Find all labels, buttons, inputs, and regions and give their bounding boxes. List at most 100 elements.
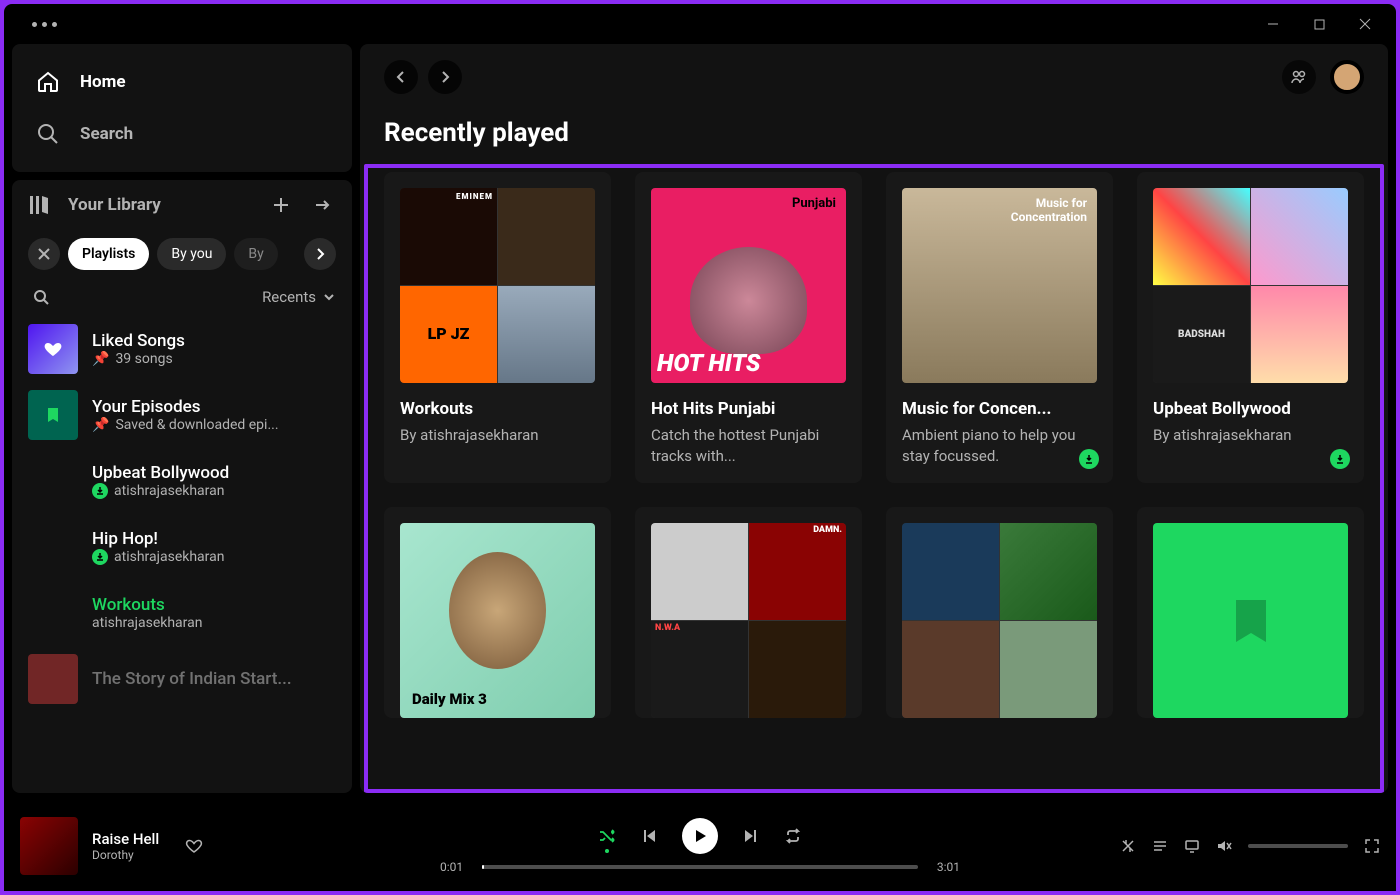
player-bar: Raise Hell Dorothy 0:01 3:01	[4, 801, 1396, 891]
mute-button[interactable]	[1216, 838, 1232, 854]
maximize-button[interactable]	[1296, 4, 1342, 44]
window-controls	[1250, 4, 1388, 44]
close-button[interactable]	[1342, 4, 1388, 44]
lib-item-name: Hip Hop!	[92, 529, 336, 549]
fullscreen-button[interactable]	[1364, 838, 1380, 854]
nav-arrows	[384, 60, 462, 94]
card-workouts[interactable]: EMINEM LP JZ Workouts By atishrajasekhar…	[384, 172, 611, 483]
queue-button[interactable]	[1152, 838, 1168, 854]
forward-button[interactable]	[428, 60, 462, 94]
chip-by-you[interactable]: By you	[157, 238, 226, 270]
card-title: Upbeat Bollywood	[1153, 399, 1348, 419]
shuffle-button[interactable]	[598, 827, 616, 845]
section-title: Recently played	[360, 110, 1388, 164]
card-hot-hits-punjabi[interactable]: Punjabi HOT HITS Hot Hits Punjabi Catch …	[635, 172, 862, 483]
card-regional-mix[interactable]	[886, 507, 1113, 718]
lib-item-name: The Story of Indian Start...	[92, 669, 336, 689]
time-total: 3:01	[928, 860, 960, 874]
lib-item-upbeat-bollywood[interactable]: Upbeat Bollywood atishrajasekharan	[20, 448, 344, 514]
player-controls	[598, 818, 802, 854]
card-cover: Daily Mix 3	[400, 523, 595, 718]
lib-item-name: Liked Songs	[92, 331, 336, 351]
library-icon	[28, 193, 52, 217]
library-search-button[interactable]	[28, 284, 54, 310]
library-panel: Your Library Playlists By you By	[12, 180, 352, 793]
back-button[interactable]	[384, 60, 418, 94]
profile-avatar[interactable]	[1330, 60, 1364, 94]
lyrics-button[interactable]	[1120, 838, 1136, 854]
library-search-row: Recents	[12, 278, 352, 316]
sidebar: Home Search Your Library	[12, 44, 352, 793]
card-cover: EMINEM LP JZ	[400, 188, 595, 383]
lib-item-story-indian[interactable]: The Story of Indian Start...	[20, 646, 344, 712]
app-window: Home Search Your Library	[4, 4, 1396, 891]
filter-chips: Playlists By you By	[12, 230, 352, 278]
card-desc: Ambient piano to help you stay focussed.	[902, 425, 1097, 467]
card-daily-mix-3[interactable]: Daily Mix 3	[384, 507, 611, 718]
downloaded-icon	[92, 549, 108, 565]
chip-by[interactable]: By	[234, 238, 277, 270]
downloaded-icon	[1330, 449, 1350, 469]
card-music-concentration[interactable]: Music forConcentration Music for Concen.…	[886, 172, 1113, 483]
progress-bar[interactable]	[482, 865, 918, 869]
card-desc: By atishrajasekharan	[1153, 425, 1348, 446]
now-playing-artist[interactable]: Dorothy	[92, 848, 159, 862]
volume-slider[interactable]	[1248, 844, 1348, 848]
card-upbeat-bollywood[interactable]: BADSHAH Upbeat Bollywood By atishrajasek…	[1137, 172, 1364, 483]
nav-home[interactable]: Home	[20, 56, 344, 108]
card-title: Music for Concen...	[902, 399, 1097, 419]
clear-filters-button[interactable]	[28, 238, 60, 270]
bookmark-icon	[1221, 591, 1281, 651]
friend-activity-button[interactable]	[1282, 60, 1316, 94]
nav-search-label: Search	[80, 124, 133, 144]
lib-item-meta: atishrajasekharan	[114, 483, 224, 499]
card-mix-hiphop[interactable]: DAMN. N.W.A	[635, 507, 862, 718]
card-cover	[902, 523, 1097, 718]
player-center: 0:01 3:01	[360, 818, 1040, 874]
main-area: Home Search Your Library	[4, 44, 1396, 801]
cards-highlight-region: EMINEM LP JZ Workouts By atishrajasekhar…	[364, 164, 1384, 793]
lib-item-liked-songs[interactable]: Liked Songs 📌 39 songs	[20, 316, 344, 382]
pin-icon: 📌	[92, 351, 109, 367]
previous-button[interactable]	[640, 827, 658, 845]
playlist-cover	[28, 456, 78, 506]
now-playing-cover[interactable]	[20, 817, 78, 875]
chip-playlists[interactable]: Playlists	[68, 238, 149, 270]
next-button[interactable]	[742, 827, 760, 845]
lib-item-meta: 39 songs	[115, 351, 172, 367]
minimize-button[interactable]	[1250, 4, 1296, 44]
create-playlist-button[interactable]	[268, 192, 294, 218]
chips-next-button[interactable]	[304, 238, 336, 270]
lib-item-meta: Saved & downloaded epi...	[115, 417, 278, 433]
devices-button[interactable]	[1184, 838, 1200, 854]
lib-item-name: Upbeat Bollywood	[92, 463, 336, 483]
main-content: Recently played EMINEM LP JZ Workouts By…	[360, 44, 1388, 793]
library-title-button[interactable]: Your Library	[28, 193, 161, 217]
sort-label: Recents	[262, 288, 316, 306]
card-your-episodes[interactable]	[1137, 507, 1364, 718]
nav-search[interactable]: Search	[20, 108, 344, 160]
nav-home-label: Home	[80, 72, 126, 92]
card-cover	[1153, 523, 1348, 718]
nav-panel: Home Search	[12, 44, 352, 172]
sort-recents-button[interactable]: Recents	[262, 288, 336, 306]
lib-item-workouts[interactable]: Workouts atishrajasekharan	[20, 580, 344, 646]
library-actions	[268, 192, 336, 218]
lib-item-name: Your Episodes	[92, 397, 336, 417]
lib-item-hip-hop[interactable]: Hip Hop! atishrajasekharan	[20, 514, 344, 580]
lib-item-your-episodes[interactable]: Your Episodes 📌 Saved & downloaded epi...	[20, 382, 344, 448]
play-button[interactable]	[682, 818, 718, 854]
now-playing-title[interactable]: Raise Hell	[92, 830, 159, 848]
repeat-button[interactable]	[784, 827, 802, 845]
search-icon	[36, 122, 60, 146]
playlist-cover	[28, 654, 78, 704]
lib-item-meta: atishrajasekharan	[92, 615, 202, 631]
app-menu-button[interactable]	[12, 22, 57, 27]
expand-library-button[interactable]	[310, 192, 336, 218]
topbar	[360, 44, 1388, 110]
pin-icon: 📌	[92, 417, 109, 433]
like-button[interactable]	[185, 837, 203, 855]
library-list[interactable]: Liked Songs 📌 39 songs Your Episodes 📌 Sav…	[12, 316, 352, 793]
player-right	[1040, 838, 1380, 854]
now-playing: Raise Hell Dorothy	[20, 817, 360, 875]
